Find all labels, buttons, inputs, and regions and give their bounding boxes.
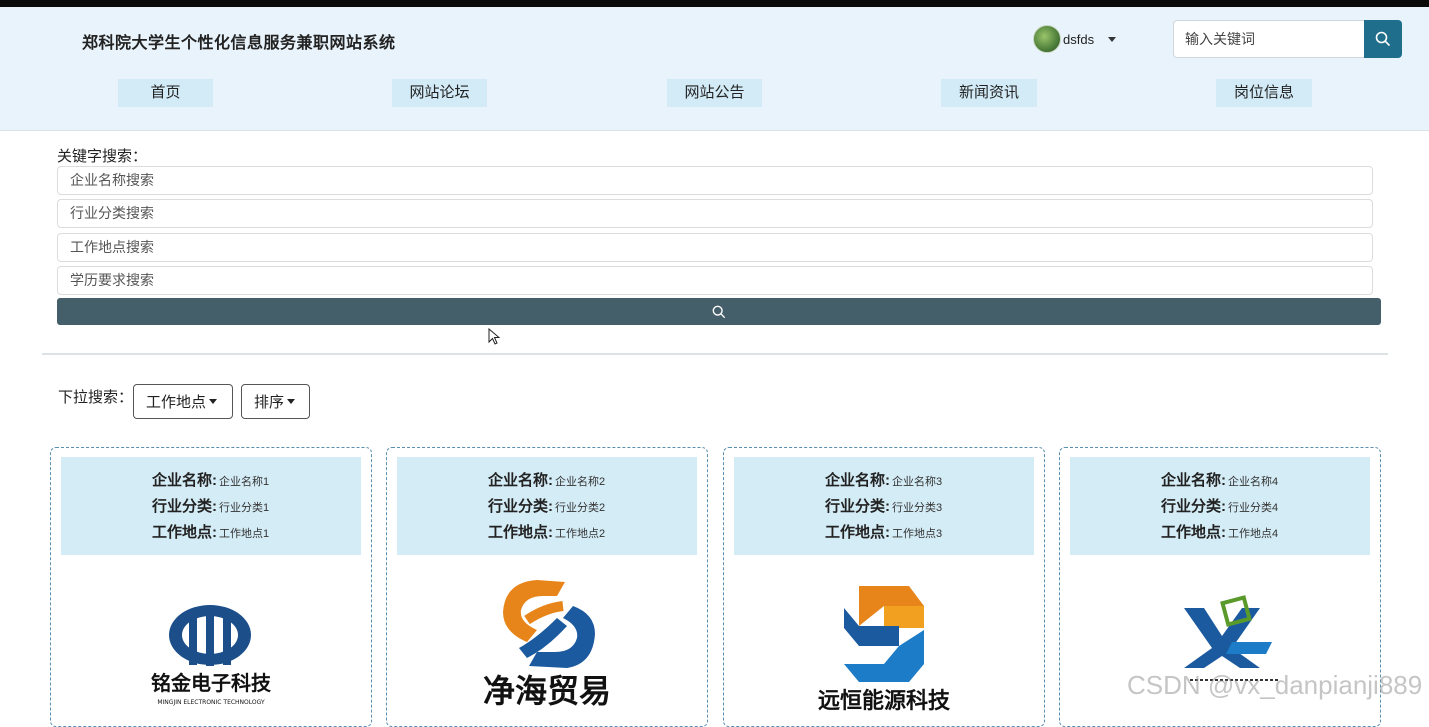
nav-item-forum[interactable]: 网站论坛	[392, 79, 487, 107]
search-icon	[712, 305, 726, 318]
location-dropdown[interactable]: 工作地点	[133, 384, 233, 419]
location-search-input[interactable]: 工作地点搜索	[57, 233, 1373, 262]
education-search-input[interactable]: 学历要求搜索	[57, 266, 1373, 295]
location-dropdown-label: 工作地点	[146, 394, 207, 411]
company-logo[interactable]: 净海贸易	[387, 568, 707, 718]
nav-item-home[interactable]: 首页	[118, 79, 213, 107]
location-label: 工作地点:	[1161, 524, 1226, 541]
industry-value: 行业分类2	[555, 502, 606, 514]
location-value: 工作地点4	[1228, 528, 1279, 540]
sort-dropdown-label: 排序	[254, 394, 285, 411]
industry-value: 行业分类3	[892, 502, 943, 514]
location-label: 工作地点:	[152, 524, 217, 541]
company-info: 企业名称: 企业名称1 行业分类: 行业分类1 工作地点: 工作地点1	[61, 457, 361, 555]
chevron-down-icon	[287, 399, 296, 404]
keyword-search-button[interactable]	[57, 298, 1381, 325]
company-info: 企业名称: 企业名称3 行业分类: 行业分类3 工作地点: 工作地点3	[734, 457, 1034, 555]
company-value: 企业名称4	[1228, 476, 1279, 488]
company-value: 企业名称3	[892, 476, 943, 488]
company-label: 企业名称:	[488, 472, 553, 489]
location-value: 工作地点1	[219, 528, 270, 540]
company-card[interactable]: 企业名称: 企业名称3 行业分类: 行业分类3 工作地点: 工作地点3 远恒能源科技	[723, 447, 1045, 727]
industry-label: 行业分类:	[488, 498, 553, 515]
industry-label: 行业分类:	[1161, 498, 1226, 515]
company-logo[interactable]: 铭金电子科技 MINGJIN ELECTRONIC TECHNOLOGY	[51, 568, 371, 718]
sort-dropdown[interactable]: 排序	[241, 384, 310, 419]
header-search-input[interactable]: 输入关键词	[1173, 20, 1364, 58]
company-label: 企业名称:	[1161, 472, 1226, 489]
company-info: 企业名称: 企业名称4 行业分类: 行业分类4 工作地点: 工作地点4	[1070, 457, 1370, 555]
company-logo-text: 铭金电子科技	[151, 671, 272, 695]
industry-value: 行业分类4	[1228, 502, 1279, 514]
watermark: CSDN @vx_danpianji889	[1127, 670, 1423, 700]
company-logo-subtext: MINGJIN ELECTRONIC TECHNOLOGY	[157, 699, 265, 706]
dropdown-search-label: 下拉搜索：	[58, 389, 134, 406]
location-value: 工作地点2	[555, 528, 606, 540]
chevron-down-icon[interactable]	[1108, 36, 1117, 42]
location-label: 工作地点:	[825, 524, 890, 541]
window-top-bar	[0, 0, 1429, 7]
user-menu[interactable]: dsfds	[1033, 25, 1117, 53]
site-header: 郑科院大学生个性化信息服务兼职网站系统 dsfds 输入关键词 首页 网站论坛 …	[0, 7, 1429, 131]
company-logo-text: 净海贸易	[483, 672, 611, 710]
company-value: 企业名称2	[555, 476, 606, 488]
chevron-down-icon	[209, 399, 218, 404]
company-logo-text: 远恒能源科技	[818, 688, 951, 714]
company-value: 企业名称1	[219, 476, 270, 488]
nav-item-news[interactable]: 新闻资讯	[941, 79, 1037, 107]
mouse-cursor-icon	[488, 328, 500, 345]
company-card[interactable]: 企业名称: 企业名称2 行业分类: 行业分类2 工作地点: 工作地点2 净海贸易	[386, 447, 708, 727]
avatar[interactable]	[1033, 25, 1061, 53]
nav-item-announcements[interactable]: 网站公告	[667, 79, 762, 107]
company-label: 企业名称:	[152, 472, 217, 489]
location-label: 工作地点:	[488, 524, 553, 541]
site-title: 郑科院大学生个性化信息服务兼职网站系统	[82, 35, 396, 52]
header-search-button[interactable]	[1364, 20, 1402, 58]
industry-value: 行业分类1	[219, 502, 270, 514]
keyword-search-label: 关键字搜索：	[57, 148, 148, 165]
industry-label: 行业分类:	[152, 498, 217, 515]
company-label: 企业名称:	[825, 472, 890, 489]
industry-search-input[interactable]: 行业分类搜索	[57, 199, 1373, 228]
company-card[interactable]: 企业名称: 企业名称1 行业分类: 行业分类1 工作地点: 工作地点1 铭金电子科技 …	[50, 447, 372, 727]
search-icon	[1375, 31, 1391, 47]
location-value: 工作地点3	[892, 528, 943, 540]
user-name[interactable]: dsfds	[1063, 32, 1094, 47]
section-divider	[42, 353, 1388, 355]
company-name-search-input[interactable]: 企业名称搜索	[57, 166, 1373, 195]
industry-label: 行业分类:	[825, 498, 890, 515]
nav-item-jobs[interactable]: 岗位信息	[1216, 79, 1312, 107]
company-logo[interactable]: 远恒能源科技	[724, 568, 1044, 718]
company-info: 企业名称: 企业名称2 行业分类: 行业分类2 工作地点: 工作地点2	[397, 457, 697, 555]
